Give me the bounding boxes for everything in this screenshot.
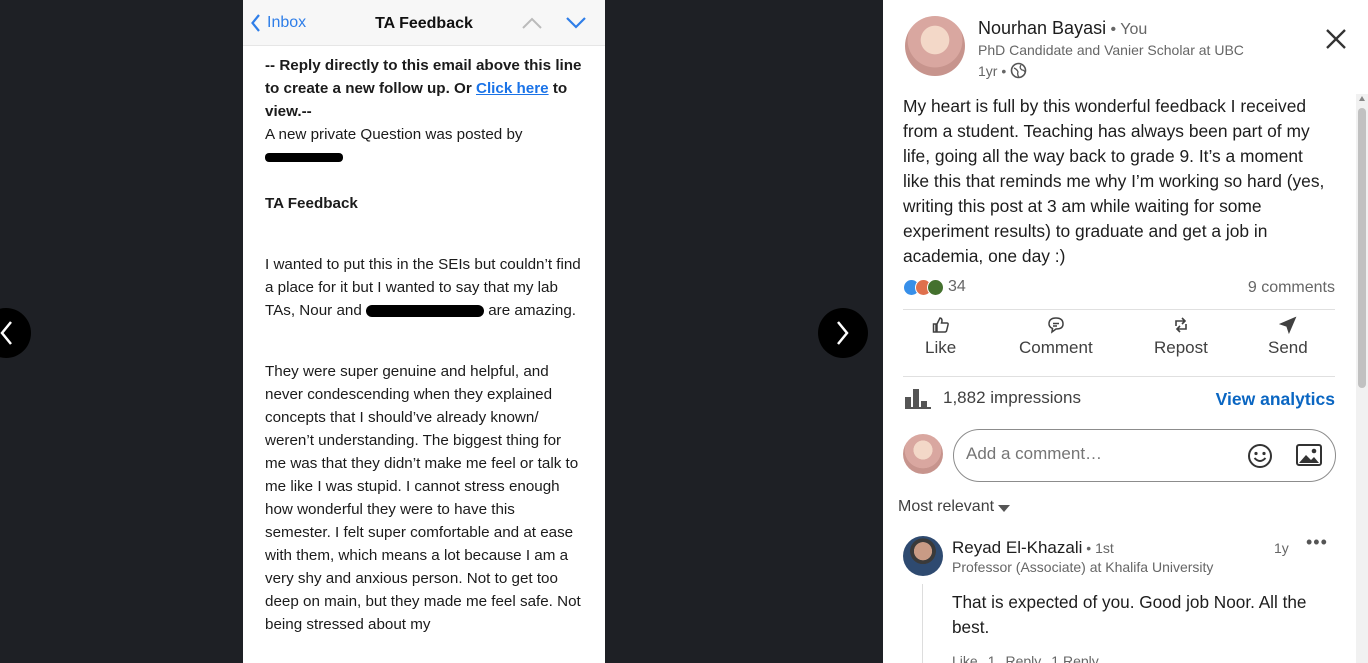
comment-replies-link[interactable]: 1 Reply (1051, 653, 1098, 663)
impressions: 1,882 impressions (905, 387, 1081, 409)
reaction-count: 34 (948, 278, 966, 295)
image-icon[interactable] (1296, 444, 1322, 466)
comment-like-count: 1 (987, 653, 996, 663)
sort-dropdown[interactable]: Most relevant (898, 498, 1011, 516)
author-headline: PhD Candidate and Vanier Scholar at UBC (978, 42, 1244, 58)
author-name-line: Nourhan Bayasi • You (978, 18, 1147, 39)
send-icon (1278, 316, 1297, 334)
divider (903, 376, 1335, 377)
reactions-summary[interactable]: 34 (903, 278, 966, 296)
connection-degree: • 1st (1082, 540, 1114, 556)
comment-footer: Like 1 Reply 1 Reply (952, 653, 1099, 663)
email-body: -- Reply directly to this email above th… (243, 46, 605, 636)
comment-label: Comment (1019, 338, 1093, 357)
previous-image-button[interactable] (0, 308, 31, 358)
current-user-avatar (903, 434, 943, 474)
author-name[interactable]: Nourhan Bayasi (978, 18, 1106, 38)
next-image-button[interactable] (818, 308, 868, 358)
author-avatar[interactable] (905, 16, 965, 76)
comment-button[interactable]: Comment (1019, 316, 1093, 358)
author-you-tag: • You (1106, 21, 1148, 38)
scroll-up-arrow[interactable] (1359, 96, 1365, 101)
chevron-left-icon (0, 321, 12, 345)
comment-input[interactable] (966, 444, 1236, 464)
posted-by-line: A new private Question was posted by (265, 123, 583, 146)
comment-more-button[interactable]: ••• (1306, 532, 1328, 553)
email-paragraph-2: They were super genuine and helpful, and… (265, 363, 581, 633)
click-here-link: Click here (475, 80, 549, 97)
chevron-up-icon (522, 17, 542, 29)
thread-line (922, 584, 923, 663)
scrollbar-thumb[interactable] (1358, 108, 1366, 388)
comment-icon (1048, 317, 1064, 334)
comment-text: That is expected of you. Good job Noor. … (952, 592, 1307, 637)
email-subject: TA Feedback (265, 195, 358, 212)
commenter-avatar[interactable] (903, 536, 943, 576)
chevron-down-icon (566, 17, 586, 29)
email-header: Inbox TA Feedback (243, 0, 605, 46)
like-icon (932, 317, 949, 333)
post-time-text: 1yr • (978, 62, 1007, 79)
view-analytics-link[interactable]: View analytics (1216, 389, 1335, 410)
sort-label: Most relevant (898, 498, 995, 515)
email-screenshot: Inbox TA Feedback -- Reply directly to t… (243, 0, 605, 663)
emoji-icon[interactable] (1247, 443, 1273, 469)
email-title: TA Feedback (375, 15, 473, 32)
comment-box[interactable] (953, 429, 1336, 482)
chevron-right-icon (837, 321, 849, 345)
reply-notice: -- Reply directly to this email above th… (265, 54, 583, 123)
comment-reply-button[interactable]: Reply (1005, 653, 1041, 663)
post-text: My heart is full by this wonderful feedb… (903, 96, 1325, 266)
redacted-name (265, 146, 583, 169)
redaction-mark (366, 304, 485, 317)
bar-chart-icon (905, 389, 931, 409)
post-actions: Like Comment Repost Send (903, 316, 1335, 366)
close-icon[interactable] (1325, 28, 1347, 50)
globe-icon (1010, 62, 1027, 79)
comment-count-link[interactable]: 9 comments (1248, 279, 1335, 297)
posted-by-text: A new private Question was posted by (265, 126, 523, 143)
like-label: Like (925, 338, 957, 357)
comment-time: 1y (1274, 540, 1289, 556)
email-paragraph-1: I wanted to put this in the SEIs but cou… (265, 253, 583, 322)
impressions-count: 1,882 impressions (943, 388, 1081, 407)
image-viewer: Inbox TA Feedback -- Reply directly to t… (0, 0, 883, 663)
repost-button[interactable]: Repost (1154, 316, 1208, 358)
commenter-name-line: Reyad El-Khazali • 1st (952, 538, 1114, 558)
post-panel: Nourhan Bayasi • You PhD Candidate and V… (883, 0, 1368, 663)
para1-end: are amazing. (484, 302, 577, 319)
send-button[interactable]: Send (1268, 316, 1308, 358)
post-time: 1yr • (978, 62, 1027, 79)
send-label: Send (1268, 338, 1308, 357)
commenter-name[interactable]: Reyad El-Khazali (952, 538, 1082, 557)
repost-icon (1175, 317, 1187, 333)
scrollbar[interactable] (1356, 94, 1368, 663)
redaction-mark (265, 153, 343, 163)
support-reaction-icon (927, 278, 944, 296)
commenter-headline: Professor (Associate) at Khalifa Univers… (952, 559, 1214, 575)
repost-label: Repost (1154, 338, 1208, 357)
comment-like-button[interactable]: Like (952, 653, 978, 663)
like-button[interactable]: Like (925, 316, 956, 358)
divider (903, 309, 1335, 310)
caret-down-icon (998, 504, 1011, 512)
